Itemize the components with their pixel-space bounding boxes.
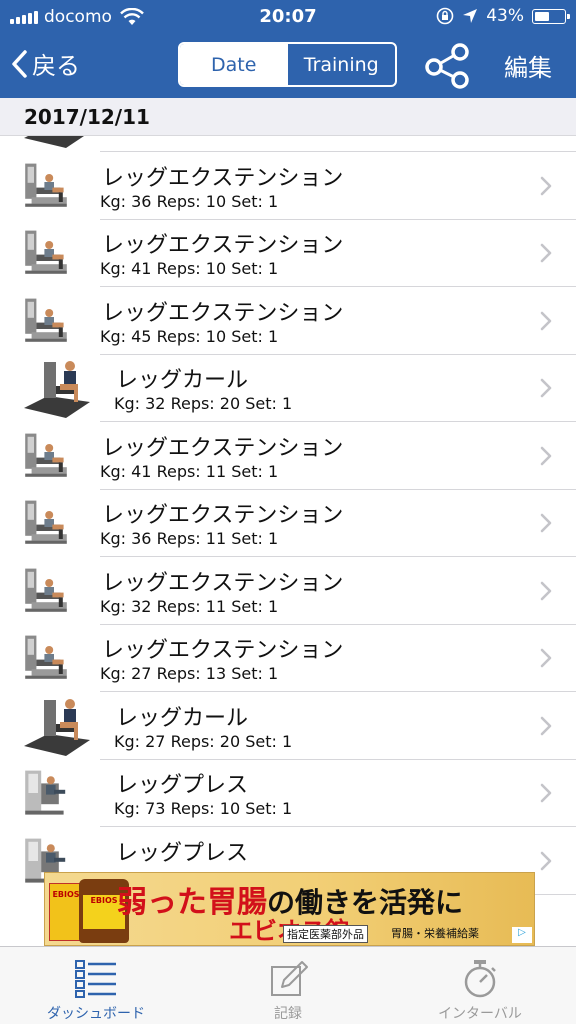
- dashboard-icon: [75, 960, 116, 998]
- tab-dashboard[interactable]: ダッシュボード: [0, 947, 192, 1024]
- ad-banner[interactable]: EBIOS EBIOS 弱った胃腸の働きを活発に エビオス錠 指定医薬部外品 胃…: [44, 872, 535, 946]
- location-icon: [463, 9, 478, 23]
- exercise-image: [22, 221, 78, 285]
- exercise-image: [22, 136, 92, 150]
- tab-label-dashboard: ダッシュボード: [47, 1006, 145, 1022]
- exercise-image: [22, 761, 78, 825]
- tab-bar: ダッシュボード 記録 インターバル: [0, 946, 576, 1024]
- product-box-image: EBIOS: [49, 883, 83, 941]
- exercise-name: レッグエクステンション: [102, 638, 344, 663]
- exercise-detail: Kg: 36 Reps: 10 Set: 1: [100, 191, 279, 211]
- list-item[interactable]: Kg: 45 Reps: 5 Set: 1: [0, 136, 576, 152]
- list-item[interactable]: レッグカール Kg: 27 Reps: 20 Set: 1: [0, 692, 576, 760]
- segment-date[interactable]: Date: [180, 44, 288, 85]
- exercise-detail: Kg: 73 Reps: 10 Set: 1: [114, 799, 293, 818]
- exercise-detail: Kg: 27 Reps: 13 Set: 1: [100, 664, 279, 683]
- list-item[interactable]: レッグエクステンション Kg: 45 Reps: 10 Set: 1: [0, 287, 576, 355]
- chevron-right-icon: [540, 513, 552, 533]
- top-bar: docomo 20:07 43% 戻る Date Training 編集: [0, 0, 576, 98]
- date-section-header: 2017/12/11: [0, 98, 576, 136]
- chevron-right-icon: [540, 851, 552, 870]
- exercise-detail: Kg: 45 Reps: 10 Set: 1: [100, 326, 279, 346]
- exercise-detail: Kg: 36 Reps: 11 Set: 1: [100, 529, 279, 548]
- back-label: 戻る: [32, 52, 80, 80]
- exercise-image: [22, 289, 78, 353]
- navigation-bar: 戻る Date Training 編集: [0, 34, 576, 98]
- exercise-detail: Kg: 27 Reps: 20 Set: 1: [114, 731, 293, 751]
- exercise-name: レッグカール: [116, 705, 249, 731]
- exercise-name: レッグエクステンション: [102, 570, 344, 596]
- exercise-name: レッグエクステンション: [102, 300, 344, 326]
- chevron-right-icon: [540, 378, 552, 398]
- tab-label-interval: インターバル: [438, 1006, 522, 1022]
- share-icon[interactable]: [422, 39, 474, 91]
- exercise-image: [22, 154, 78, 218]
- tab-record[interactable]: 記録: [192, 947, 384, 1024]
- exercise-image: [22, 356, 92, 420]
- ad-category-tag: 指定医薬部外品: [283, 925, 368, 943]
- chevron-right-icon: [540, 446, 552, 465]
- chevron-right-icon: [540, 243, 552, 263]
- exercise-name: レッグエクステンション: [102, 233, 344, 258]
- chevron-right-icon: [540, 783, 552, 803]
- list-item[interactable]: レッグプレス Kg: 73 Reps: 10 Set: 1: [0, 759, 576, 827]
- battery-percent: 43%: [486, 6, 524, 26]
- status-right: 43%: [436, 6, 570, 26]
- adchoices-icon[interactable]: ▷: [512, 927, 532, 943]
- ad-brand-box: EBIOS: [52, 890, 80, 899]
- exercise-detail: Kg: 32 Reps: 20 Set: 1: [114, 394, 293, 413]
- tab-label-record: 記録: [274, 1006, 302, 1022]
- ad-use-tag: 胃腸・栄養補給薬: [391, 927, 479, 940]
- list-item[interactable]: レッグエクステンション Kg: 36 Reps: 11 Set: 1: [0, 489, 576, 557]
- chevron-right-icon: [540, 581, 552, 600]
- exercise-image: [22, 424, 78, 488]
- list-item[interactable]: レッグエクステンション Kg: 36 Reps: 10 Set: 1: [0, 152, 576, 220]
- section-date: 2017/12/11: [24, 105, 150, 129]
- chevron-right-icon: [540, 311, 552, 330]
- list-item[interactable]: レッグカール Kg: 32 Reps: 20 Set: 1: [0, 354, 576, 422]
- back-button[interactable]: 戻る: [10, 46, 80, 81]
- chevron-right-icon: [540, 648, 552, 668]
- chevron-right-icon: [540, 716, 552, 735]
- view-segmented-control: Date Training: [178, 42, 397, 87]
- record-icon: [271, 961, 308, 996]
- exercise-name: レッグカール: [116, 368, 249, 393]
- stopwatch-icon: [464, 960, 496, 998]
- segment-training[interactable]: Training: [288, 44, 396, 85]
- edit-button[interactable]: 編集: [504, 48, 552, 83]
- list-item[interactable]: レッグエクステンション Kg: 27 Reps: 13 Set: 1: [0, 624, 576, 692]
- battery-icon: [532, 8, 570, 24]
- exercise-name: レッグプレス: [116, 840, 249, 866]
- exercise-detail: Kg: 32 Reps: 11 Set: 1: [100, 596, 279, 616]
- chevron-left-icon: [12, 49, 27, 78]
- exercise-image: [22, 626, 78, 690]
- list-item[interactable]: レッグエクステンション Kg: 32 Reps: 11 Set: 1: [0, 557, 576, 625]
- list-item[interactable]: レッグエクステンション Kg: 41 Reps: 10 Set: 1: [0, 219, 576, 287]
- exercise-detail: Kg: 41 Reps: 10 Set: 1: [100, 259, 279, 278]
- exercise-name: レッグエクステンション: [102, 503, 344, 528]
- exercise-name: レッグエクステンション: [102, 435, 344, 461]
- exercise-image: [22, 694, 92, 758]
- exercise-image: [22, 491, 78, 555]
- chevron-right-icon: [540, 176, 552, 195]
- tab-interval[interactable]: インターバル: [384, 947, 576, 1024]
- exercise-image: [22, 559, 78, 623]
- list-item[interactable]: レッグエクステンション Kg: 41 Reps: 11 Set: 1: [0, 422, 576, 490]
- exercise-name: レッグエクステンション: [102, 165, 344, 191]
- exercise-detail: Kg: 41 Reps: 11 Set: 1: [100, 461, 279, 481]
- workout-list: Kg: 45 Reps: 5 Set: 1レッグエクステンションKg: 36 R…: [0, 136, 576, 946]
- status-bar: docomo 20:07 43%: [0, 0, 576, 34]
- exercise-name: レッグプレス: [116, 773, 249, 798]
- orientation-lock-icon: [436, 7, 454, 25]
